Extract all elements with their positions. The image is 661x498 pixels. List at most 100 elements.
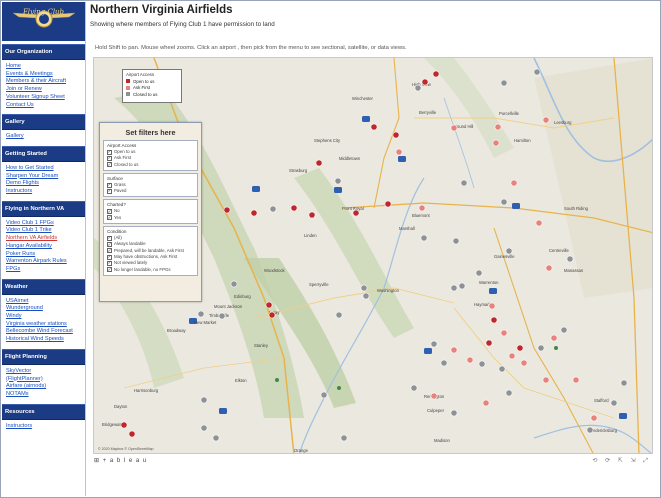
sidebar-link[interactable]: Wunderground — [6, 305, 82, 313]
airport-marker-ask[interactable] — [466, 356, 474, 364]
airport-marker-ask[interactable] — [545, 264, 553, 272]
airport-marker-closed[interactable] — [335, 311, 343, 319]
airport-marker-open[interactable] — [315, 159, 323, 167]
airport-marker-closed[interactable] — [320, 391, 328, 399]
airport-marker-ask[interactable] — [488, 302, 496, 310]
airport-marker-ask[interactable] — [418, 204, 426, 212]
airport-marker-open[interactable] — [265, 301, 273, 309]
checkbox-checked-icon[interactable]: ✓ — [107, 242, 112, 248]
airfield-map[interactable]: High View Winchester Berryville Purcellvill… — [93, 57, 653, 454]
airport-marker-closed[interactable] — [500, 79, 508, 87]
checkbox-checked-icon[interactable]: ✓ — [107, 182, 112, 188]
airport-marker-open[interactable] — [128, 430, 136, 438]
airport-marker-ask[interactable] — [450, 124, 458, 132]
airport-marker-closed[interactable] — [269, 205, 277, 213]
airport-marker-closed[interactable] — [475, 269, 483, 277]
sidebar-link[interactable]: Airfare (airnods) — [6, 383, 82, 391]
sidebar-link[interactable]: Video Club 1 FPGs — [6, 220, 82, 228]
airport-marker-closed[interactable] — [410, 384, 418, 392]
airport-marker-ask[interactable] — [520, 359, 528, 367]
airport-marker-closed[interactable] — [620, 379, 628, 387]
airport-marker-ask[interactable] — [430, 392, 438, 400]
sidebar-link[interactable]: Join or Renew — [6, 86, 82, 94]
airport-marker-open[interactable] — [384, 200, 392, 208]
sidebar-link[interactable]: Events & Meetings — [6, 71, 82, 79]
filter-option[interactable]: ✓ No longer landable, no FPGs — [107, 267, 194, 273]
airport-marker-closed[interactable] — [362, 292, 370, 300]
airport-marker-open[interactable] — [421, 78, 429, 86]
sidebar-link[interactable]: Demo Flights — [6, 180, 82, 188]
tableau-logo[interactable]: ⊞ + a b l e a u — [94, 457, 147, 464]
sidebar-link[interactable]: (FlightPlanner) — [6, 376, 82, 384]
checkbox-checked-icon[interactable]: ✓ — [107, 248, 112, 254]
checkbox-checked-icon[interactable]: ✓ — [107, 209, 112, 215]
airport-marker-open[interactable] — [432, 70, 440, 78]
sidebar-link[interactable]: How to Get Started — [6, 165, 82, 173]
sidebar-link[interactable]: SkyVector — [6, 368, 82, 376]
checkbox-checked-icon[interactable]: ✓ — [107, 162, 112, 168]
sidebar-link[interactable]: Poker Runs — [6, 251, 82, 259]
checkbox-checked-icon[interactable]: ✓ — [107, 261, 112, 266]
filter-option[interactable]: ✓ Closed to us — [107, 162, 194, 168]
airport-marker-open[interactable] — [516, 344, 524, 352]
sidebar-link[interactable]: Instructors — [6, 188, 82, 196]
airport-marker-ask[interactable] — [542, 376, 550, 384]
checkbox-checked-icon[interactable]: ✓ — [107, 215, 112, 221]
checkbox-checked-icon[interactable]: ✓ — [107, 235, 112, 241]
airport-marker-open[interactable] — [268, 311, 276, 319]
airport-marker-closed[interactable] — [414, 84, 422, 92]
checkbox-checked-icon[interactable]: ✓ — [107, 189, 112, 194]
airport-marker-ask[interactable] — [510, 179, 518, 187]
airport-marker-closed[interactable] — [560, 326, 568, 334]
sidebar-link[interactable]: Windy — [6, 313, 82, 321]
airport-marker-closed[interactable] — [334, 177, 342, 185]
airport-marker-closed[interactable] — [440, 359, 448, 367]
sidebar-link[interactable]: Instructors — [6, 423, 82, 431]
sidebar-link[interactable]: Gallery — [6, 133, 82, 141]
airport-marker-closed[interactable] — [478, 360, 486, 368]
airport-marker-ask[interactable] — [550, 334, 558, 342]
sidebar-link[interactable]: Contact Us — [6, 102, 82, 110]
airport-marker-closed[interactable] — [230, 280, 238, 288]
sidebar-link[interactable]: NOTAMs — [6, 391, 82, 399]
airport-marker-closed[interactable] — [505, 247, 513, 255]
airport-marker-closed[interactable] — [200, 396, 208, 404]
checkbox-checked-icon[interactable]: ✓ — [107, 149, 112, 155]
airport-marker-open[interactable] — [392, 131, 400, 139]
airport-marker-ask[interactable] — [590, 414, 598, 422]
airport-marker-ask[interactable] — [494, 123, 502, 131]
checkbox-checked-icon[interactable]: ✓ — [107, 254, 112, 260]
sidebar-link[interactable]: Bellecombe Wind Forecast — [6, 328, 82, 336]
airport-marker-ask[interactable] — [572, 376, 580, 384]
airport-marker-ask[interactable] — [395, 148, 403, 156]
sidebar-link[interactable]: Home — [6, 63, 82, 71]
airport-marker-ask[interactable] — [482, 399, 490, 407]
airport-marker-closed[interactable] — [533, 68, 541, 76]
filter-option[interactable]: ✓ Paved — [107, 188, 194, 194]
sidebar-link[interactable]: USAirnet — [6, 298, 82, 306]
airport-marker-ask[interactable] — [508, 352, 516, 360]
airport-marker-ask[interactable] — [450, 346, 458, 354]
airport-marker-closed[interactable] — [566, 255, 574, 263]
airport-marker-closed[interactable] — [505, 389, 513, 397]
airport-marker-open[interactable] — [352, 209, 360, 217]
airport-marker-closed[interactable] — [460, 179, 468, 187]
airport-marker-closed[interactable] — [586, 426, 594, 434]
airport-marker-closed[interactable] — [450, 284, 458, 292]
sidebar-link[interactable]: Warrenton Airpark Rules — [6, 258, 82, 266]
airport-marker-closed[interactable] — [212, 434, 220, 442]
airport-marker-open[interactable] — [290, 204, 298, 212]
sidebar-link[interactable]: Members & their Aircraft — [6, 78, 82, 86]
logo-box[interactable]: Flying Club — [2, 2, 85, 41]
airport-marker-closed[interactable] — [200, 424, 208, 432]
airport-marker-closed[interactable] — [537, 344, 545, 352]
airport-marker-ask[interactable] — [535, 219, 543, 227]
airport-marker-open[interactable] — [308, 211, 316, 219]
sidebar-link[interactable]: Historical Wind Speeds — [6, 336, 82, 344]
airport-marker-closed[interactable] — [458, 282, 466, 290]
airport-marker-closed[interactable] — [197, 310, 205, 318]
airport-marker-closed[interactable] — [610, 399, 618, 407]
airport-marker-ask[interactable] — [492, 139, 500, 147]
airport-marker-closed[interactable] — [430, 340, 438, 348]
airport-marker-open[interactable] — [370, 123, 378, 131]
